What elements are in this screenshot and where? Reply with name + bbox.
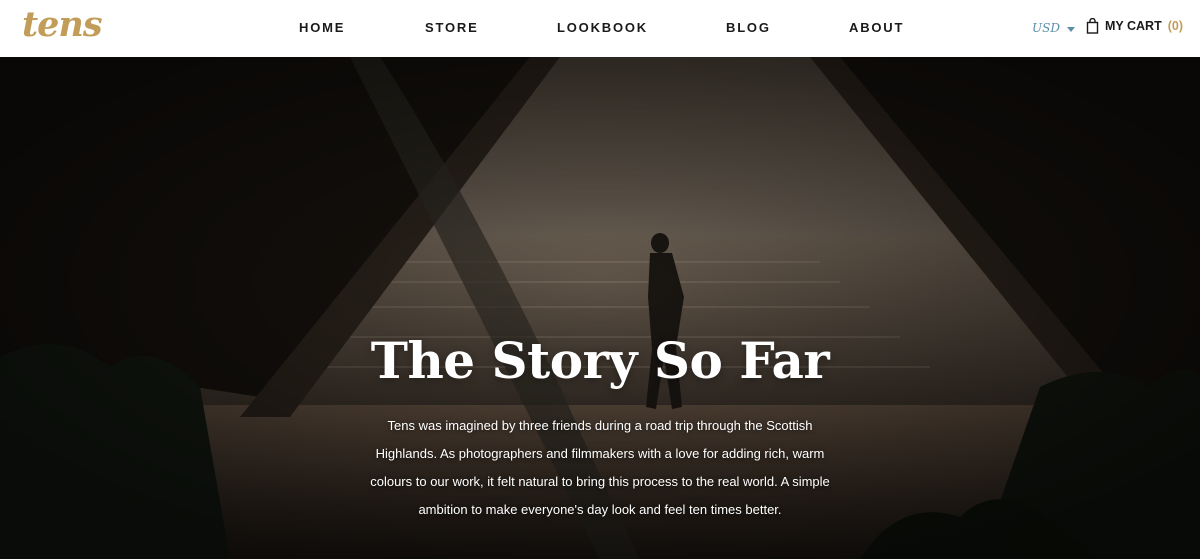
shopping-bag-icon [1086,17,1099,34]
nav-item-lookbook[interactable]: LOOKBOOK [557,20,648,36]
hero-banner: The Story So Far Tens was imagined by th… [0,57,1200,559]
nav-item-store[interactable]: STORE [425,20,479,36]
nav-item-blog[interactable]: BLOG [726,20,771,36]
cart-link[interactable]: MY CART (0) [1086,17,1183,34]
chevron-down-icon [1066,26,1075,32]
currency-code: USD [1032,21,1060,35]
nav-item-home[interactable]: HOME [299,20,345,36]
site-header: tens HOME STORE LOOKBOOK BLOG ABOUT USD … [0,0,1200,57]
cart-count: (0) [1167,19,1183,33]
main-nav: HOME STORE LOOKBOOK BLOG ABOUT [0,0,1200,57]
nav-item-about[interactable]: ABOUT [849,20,904,36]
hero-title: The Story So Far [370,330,830,390]
currency-selector[interactable]: USD [1032,20,1075,36]
hero-description: Tens was imagined by three friends durin… [370,418,830,517]
cart-label: MY CART [1105,19,1162,33]
